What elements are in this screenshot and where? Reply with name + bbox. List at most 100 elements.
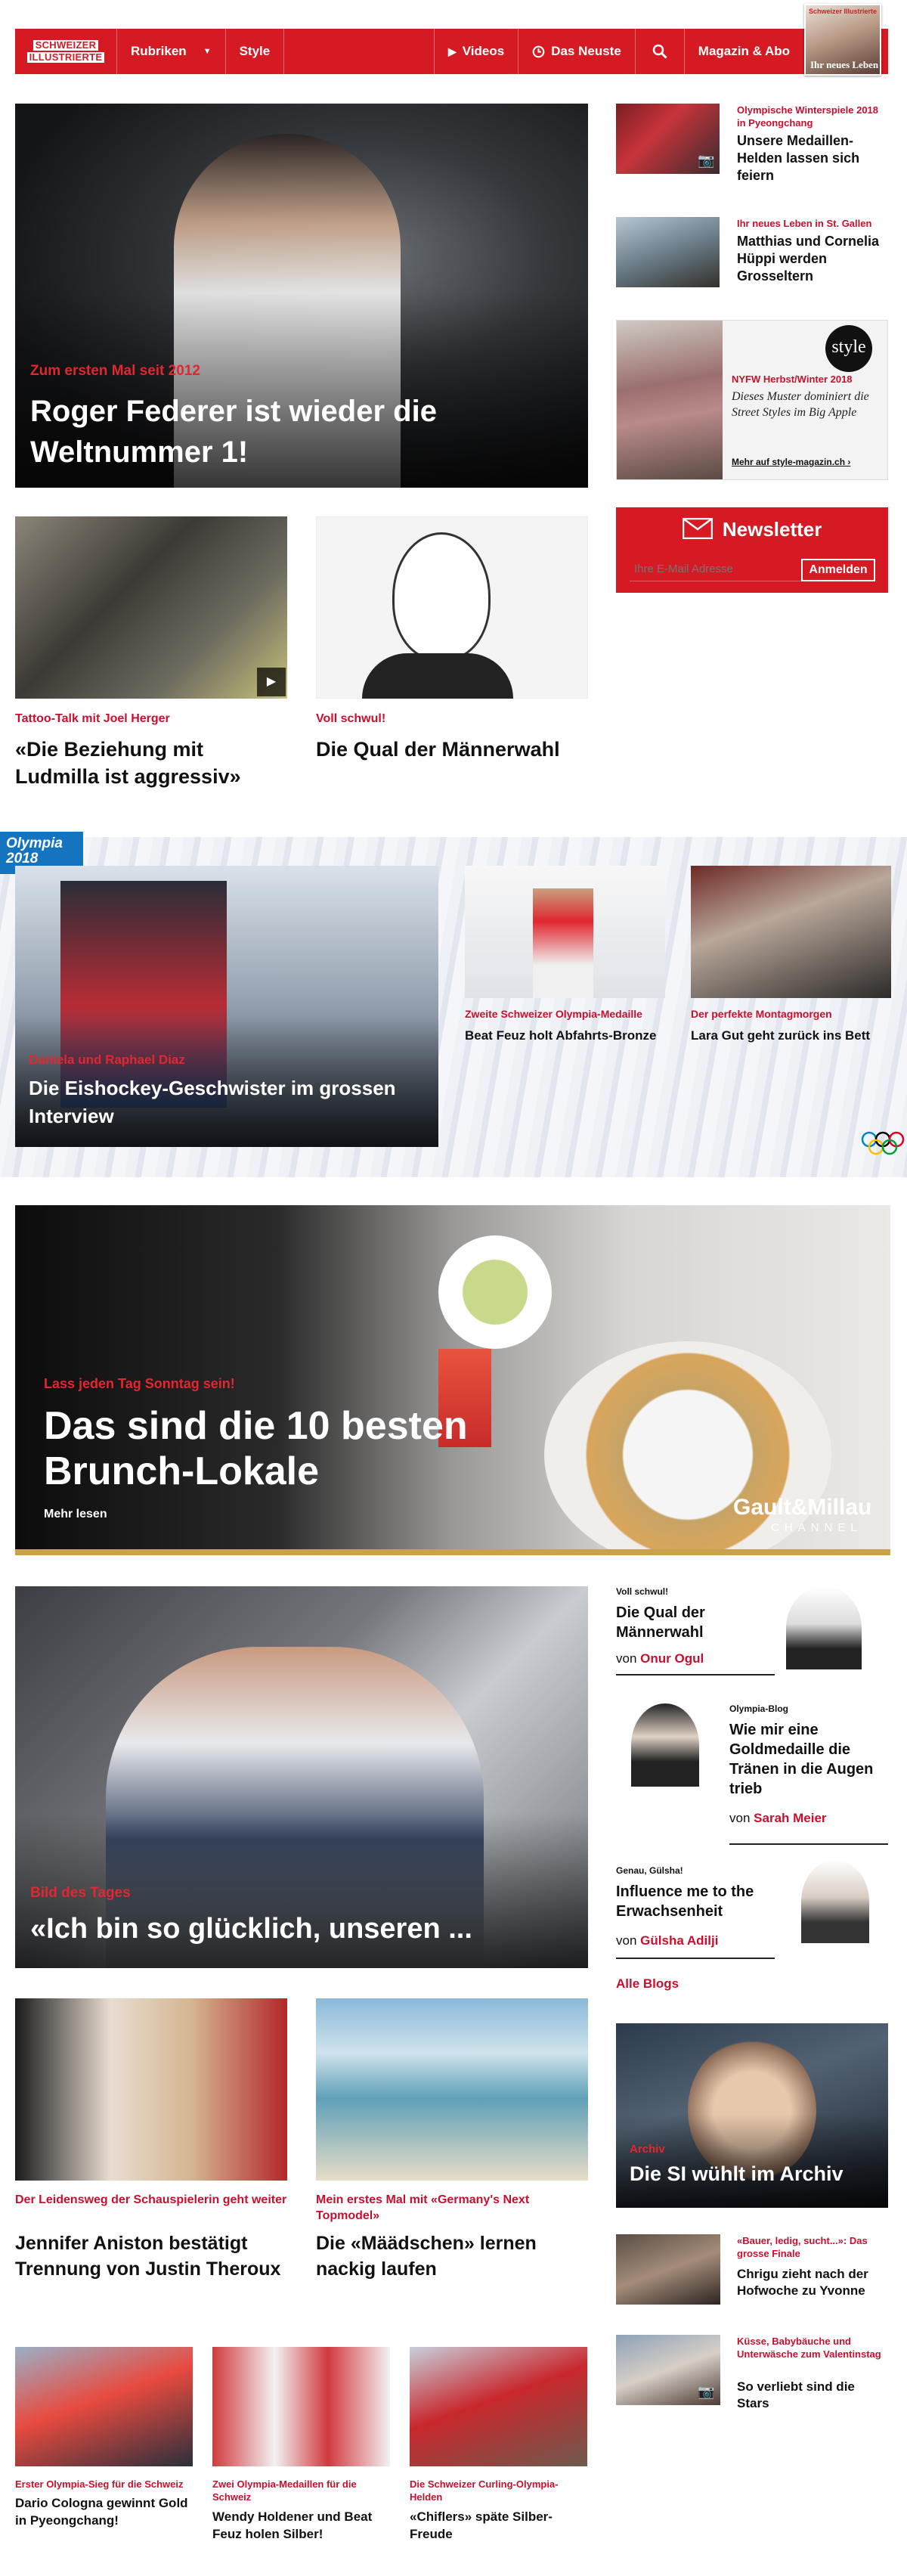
camera-icon: 📷: [698, 153, 715, 168]
teaser-image: [212, 2347, 390, 2466]
teaser-aniston[interactable]: Der Leidensweg der Schauspielerin geht w…: [15, 1998, 287, 2323]
side-small-teaser-1[interactable]: «Bauer, ledig, sucht...»: Das grosse Fin…: [616, 2234, 888, 2317]
olympia-card-image: [691, 866, 891, 998]
envelope-icon: [682, 517, 713, 540]
side-small-kicker: «Bauer, ledig, sucht...»: Das grosse Fin…: [737, 2235, 868, 2259]
olympia-card-kicker: Der perfekte Montagmorgen: [691, 1008, 832, 1020]
teaser-joel-herger[interactable]: ▶ Tattoo-Talk mit Joel Herger «Die Bezie…: [15, 516, 287, 804]
style-ad-link[interactable]: Mehr auf style-magazin.ch ›: [732, 457, 850, 467]
teaser-title: Die Qual der Männerwahl: [316, 738, 560, 761]
teaser-title: «Die Beziehung mit Ludmilla ist aggressi…: [15, 738, 241, 788]
teaser-image: [410, 2347, 587, 2466]
chevron-down-icon: ▼: [203, 47, 212, 56]
nav-style-label: Style: [239, 44, 271, 58]
illustrated-face: [392, 532, 491, 661]
bild-des-tages-teaser[interactable]: Bild des Tages «Ich bin so glücklich, un…: [15, 1586, 588, 1968]
brunch-title: Das sind die 10 besten Brunch-Lokale: [44, 1404, 468, 1493]
style-ad-kicker: NYFW Herbst/Winter 2018: [732, 374, 853, 385]
teaser-kicker: Zwei Olympia-Medaillen für die Schweiz: [212, 2478, 357, 2503]
cover-headline: Ihr neues Leben: [810, 59, 879, 70]
olympia-card-gut[interactable]: Der perfekte Montagmorgen Lara Gut geht …: [691, 866, 891, 1070]
blog-item-sarah[interactable]: Olympia-Blog Wie mir eine Goldmedaille d…: [729, 1703, 888, 1845]
hero-teaser[interactable]: Zum ersten Mal seit 2012 Roger Federer i…: [15, 104, 588, 488]
teaser-kicker: Tattoo-Talk mit Joel Herger: [15, 712, 170, 725]
archiv-kicker: Archiv: [630, 2143, 665, 2156]
nav-abo-label: Magazin & Abo: [698, 44, 790, 58]
nav-das-neuste[interactable]: Das Neuste: [519, 29, 636, 74]
blog-avatar-onur: [786, 1586, 862, 1669]
side-small-title: Chrigu zieht nach der Hofwoche zu Yvonne: [737, 2267, 868, 2298]
archiv-title: Die SI wühlt im Archiv: [630, 2162, 844, 2185]
blog-author[interactable]: Gülsha Adilji: [640, 1933, 718, 1948]
bild-kicker: Bild des Tages: [30, 1885, 131, 1901]
teaser-maennerwahl[interactable]: Voll schwul! Die Qual der Männerwahl: [316, 516, 588, 766]
magazine-cover[interactable]: Schweizer Illustrierte Ihr neues Leben: [804, 4, 881, 76]
blog-item-guelsha[interactable]: Genau, Gülsha! Influence me to the Erwac…: [616, 1865, 775, 1959]
teaser-curling[interactable]: Die Schweizer Curling-Olympia-Helden «Ch…: [410, 2347, 587, 2574]
site-logo[interactable]: SCHWEIZER ILLUSTRIERTE: [15, 29, 117, 74]
teaser-kicker: Voll schwul!: [316, 712, 386, 725]
teaser-holdener-feuz[interactable]: Zwei Olympia-Medaillen für die Schweiz W…: [212, 2347, 390, 2574]
archiv-teaser[interactable]: Archiv Die SI wühlt im Archiv: [616, 2023, 888, 2208]
newsletter-title: Newsletter: [722, 518, 822, 541]
teaser-kicker: Der Leidensweg der Schauspielerin geht w…: [15, 2193, 287, 2206]
style-ad[interactable]: style NYFW Herbst/Winter 2018 Dieses Mus…: [616, 320, 888, 480]
video-play-icon[interactable]: ▶: [257, 668, 286, 696]
olympia-card-title: Beat Feuz holt Abfahrts-Bronze: [465, 1028, 657, 1043]
play-icon: ▶: [447, 45, 457, 57]
teaser-cologna[interactable]: Erster Olympia-Sieg für die Schweiz Dari…: [15, 2347, 193, 2574]
olympia-main-teaser[interactable]: Daniela und Raphael Diaz Die Eishockey-G…: [15, 866, 438, 1147]
blog-byline: von Onur Ogul: [616, 1651, 704, 1666]
athlete-figure: [533, 888, 593, 998]
main-navigation: SCHWEIZER ILLUSTRIERTE Rubriken ▼ Style …: [15, 29, 888, 74]
blog-byline: von Sarah Meier: [729, 1811, 827, 1826]
blog-item-onur[interactable]: Voll schwul! Die Qual der Männerwahl von…: [616, 1586, 775, 1675]
teaser-image: [15, 1998, 287, 2181]
newsletter-email-input[interactable]: [630, 557, 808, 581]
hero-title: Roger Federer ist wieder die Weltnummer …: [30, 395, 437, 469]
side-small-teaser-2[interactable]: 📷 Küsse, Babybäuche und Unterwäsche zum …: [616, 2335, 888, 2418]
brunch-gold-stripe: [15, 1549, 890, 1555]
nav-neuste-label: Das Neuste: [551, 44, 621, 58]
gault-millau-sub: CHANNEL: [771, 1521, 862, 1534]
brunch-more-link[interactable]: Mehr lesen: [44, 1508, 107, 1521]
blog-author[interactable]: Onur Ogul: [640, 1651, 704, 1666]
style-ad-title: Dieses Muster dominiert die Street Style…: [732, 390, 869, 419]
blog-title: Influence me to the Erwachsenheit: [616, 1883, 754, 1920]
teaser-gntm[interactable]: Mein erstes Mal mit «Germany's Next Topm…: [316, 1998, 588, 2323]
nav-videos-label: Videos: [462, 44, 505, 58]
side-teaser-1[interactable]: 📷 Olympische Winterspiele 2018 in Pyeong…: [616, 104, 888, 193]
blog-kicker: Genau, Gülsha!: [616, 1865, 683, 1876]
side-small-kicker: Küsse, Babybäuche und Unterwäsche zum Va…: [737, 2336, 881, 2360]
side-teaser-2[interactable]: Ihr neues Leben in St. Gallen Matthias u…: [616, 217, 888, 293]
side-teaser-kicker: Olympische Winterspiele 2018 in Pyeongch…: [737, 104, 879, 129]
olympia-card-feuz[interactable]: Zweite Schweizer Olympia-Medaille Beat F…: [465, 866, 665, 1070]
nav-rubriken[interactable]: Rubriken ▼: [117, 29, 226, 74]
blog-avatar-guelsha: [801, 1860, 869, 1943]
nav-videos[interactable]: ▶ Videos: [435, 29, 519, 74]
olympia-main-title: Die Eishockey-Geschwister im grossen Int…: [29, 1077, 396, 1127]
teaser-kicker: Mein erstes Mal mit «Germany's Next Topm…: [316, 2193, 530, 2222]
newsletter-submit-button[interactable]: Anmelden: [801, 559, 875, 581]
blog-author[interactable]: Sarah Meier: [754, 1811, 826, 1825]
blog-title: Wie mir eine Goldmedaille die Tränen in …: [729, 1722, 874, 1797]
side-teaser-title: Matthias und Cornelia Hüppi werden Gross…: [737, 234, 880, 284]
olympia-card-title: Lara Gut geht zurück ins Bett: [691, 1028, 871, 1043]
teaser-title: Dario Cologna gewinnt Gold in Pyeongchan…: [15, 2496, 188, 2528]
teaser-kicker: Die Schweizer Curling-Olympia-Helden: [410, 2478, 559, 2503]
nav-search[interactable]: [636, 29, 685, 74]
archiv-gradient: [616, 2114, 888, 2208]
all-blogs-link[interactable]: Alle Blogs: [616, 1976, 679, 1992]
blog-kicker: Voll schwul!: [616, 1586, 669, 1597]
gault-millau-brand: Gault&Millau: [733, 1495, 872, 1520]
blog-title: Die Qual der Männerwahl: [616, 1604, 705, 1641]
cover-title: Schweizer Illustrierte: [809, 8, 878, 15]
brunch-banner[interactable]: Lass jeden Tag Sonntag sein! Das sind di…: [15, 1205, 890, 1555]
search-icon: [652, 44, 667, 59]
blog-kicker: Olympia-Blog: [729, 1703, 789, 1714]
side-teaser-kicker: Ihr neues Leben in St. Gallen: [737, 218, 872, 229]
olympic-rings-icon: [861, 1131, 905, 1155]
nav-style[interactable]: Style: [226, 29, 285, 74]
side-teaser-title: Unsere Medaillen-Helden lassen sich feie…: [737, 133, 860, 183]
bild-title: «Ich bin so glücklich, unseren ...: [30, 1913, 472, 1945]
